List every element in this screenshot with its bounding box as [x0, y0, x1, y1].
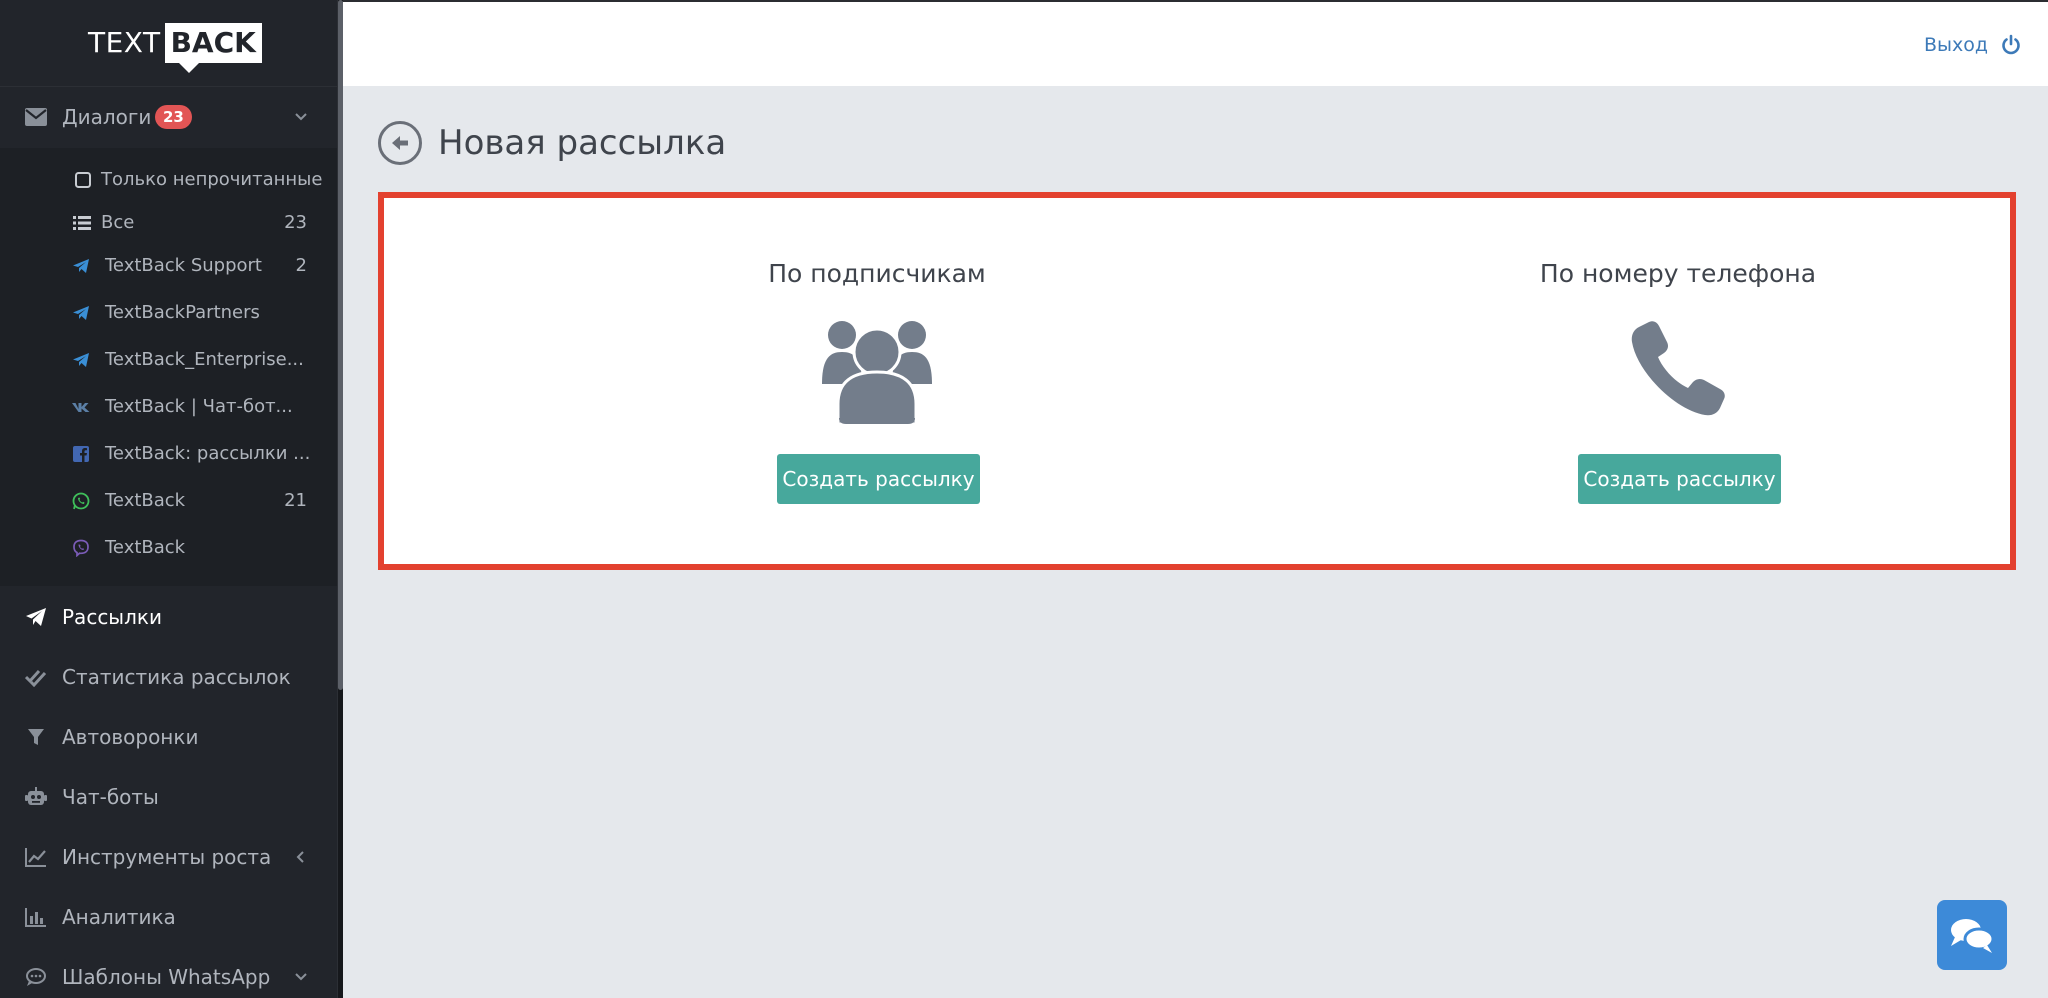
- speech-bubble-icon: [26, 968, 46, 986]
- vk-icon: [72, 403, 90, 412]
- phone-icon: [1631, 321, 1725, 416]
- logout-link[interactable]: Выход: [1924, 32, 2022, 58]
- sidebar-item-growth-tools[interactable]: Инструменты роста: [0, 828, 337, 886]
- sidebar-subitem-all[interactable]: Все 23: [0, 203, 337, 243]
- sidebar-subitem-label: TextBack Support: [105, 255, 262, 276]
- chat-bubbles-icon: [1951, 919, 1995, 953]
- create-mailing-phone-button[interactable]: Создать рассылку: [1578, 454, 1781, 504]
- sidebar-subitem-channel[interactable]: TextBack | Чат-бот...: [0, 387, 337, 427]
- viber-icon: [73, 539, 89, 557]
- option-by-subscribers: По подписчикам Создать рассылку: [577, 198, 1177, 564]
- logo-text-part2: BACK: [164, 23, 262, 73]
- sidebar-subitem-channel[interactable]: TextBack 21: [0, 481, 337, 521]
- unread-count-badge: 23: [155, 105, 192, 129]
- paper-plane-icon: [26, 608, 46, 626]
- sidebar-subitem-label: TextBackPartners: [105, 302, 260, 323]
- sidebar-item-label: Автоворонки: [62, 725, 199, 749]
- page-title: Новая рассылка: [438, 123, 727, 163]
- sidebar-subitem-label: TextBack: [105, 537, 186, 558]
- telegram-icon: [73, 353, 89, 367]
- sidebar-item-label: Чат-боты: [62, 785, 159, 809]
- sidebar: TEXT BACK Диалоги 23 Только непрочитанны…: [0, 0, 343, 998]
- sidebar-item-mailing-stats[interactable]: Статистика рассылок: [0, 648, 337, 706]
- option-title: По номеру телефона: [1539, 259, 1817, 288]
- textback-logo[interactable]: TEXT BACK: [88, 22, 262, 73]
- sidebar-subitem-count: 2: [295, 255, 307, 276]
- sidebar-subitem-channel[interactable]: TextBack: рассылки ...: [0, 434, 337, 474]
- sidebar-item-label: Диалоги: [62, 105, 152, 129]
- logo-text-part1: TEXT: [88, 26, 161, 59]
- support-chat-button[interactable]: [1937, 900, 2007, 970]
- chevron-left-icon[interactable]: [294, 850, 308, 864]
- create-mailing-subscribers-button[interactable]: Создать рассылку: [777, 454, 980, 504]
- sidebar-item-label: Шаблоны WhatsApp: [62, 965, 271, 989]
- users-group-icon: [822, 321, 932, 424]
- sidebar-item-label: Статистика рассылок: [62, 665, 291, 689]
- logout-label: Выход: [1923, 34, 1988, 56]
- checkbox-icon[interactable]: [74, 171, 92, 189]
- sidebar-item-autofunnels[interactable]: Автоворонки: [0, 708, 337, 766]
- sidebar-item-whatsapp-templates[interactable]: Шаблоны WhatsApp: [0, 948, 337, 998]
- sidebar-subitem-label: TextBack: [105, 490, 186, 511]
- mailing-type-card: По подписчикам Создать рассылку По номер…: [378, 192, 2016, 570]
- filter-unread-only[interactable]: Только непрочитанные: [0, 160, 337, 200]
- sidebar-subitem-channel[interactable]: TextBack Support 2: [0, 246, 337, 286]
- sidebar-subitem-label: TextBack | Чат-бот...: [105, 396, 293, 417]
- dialogs-submenu: Только непрочитанные Все 23 TextBack Sup…: [0, 148, 337, 586]
- whatsapp-icon: [72, 492, 90, 510]
- telegram-icon: [73, 259, 89, 273]
- chevron-down-icon[interactable]: [294, 110, 308, 124]
- arrow-left-icon: [392, 136, 408, 150]
- telegram-icon: [73, 306, 89, 320]
- sidebar-subitem-channel[interactable]: TextBack_Enterprise...: [0, 340, 337, 380]
- sidebar-scrollbar-thumb[interactable]: [338, 0, 343, 690]
- sidebar-subitem-channel[interactable]: TextBack: [0, 528, 337, 568]
- robot-icon: [25, 787, 47, 805]
- sidebar-subitem-label: Только непрочитанные: [101, 169, 323, 190]
- sidebar-subitem-label: TextBack_Enterprise...: [105, 349, 304, 370]
- top-header: Выход: [343, 0, 2048, 86]
- filter-icon: [28, 729, 44, 745]
- list-icon: [73, 216, 91, 230]
- sidebar-item-analytics[interactable]: Аналитика: [0, 888, 337, 946]
- sidebar-subitem-count: 21: [284, 490, 307, 511]
- facebook-icon: [73, 446, 89, 462]
- sidebar-subitem-label: TextBack: рассылки ...: [105, 443, 311, 464]
- option-by-phone: По номеру телефона Создать рассылку: [1378, 198, 1978, 564]
- chevron-down-icon[interactable]: [294, 970, 308, 984]
- sidebar-item-label: Аналитика: [62, 905, 176, 929]
- sidebar-subitem-count: 23: [284, 212, 307, 233]
- sidebar-subitem-channel[interactable]: TextBackPartners: [0, 293, 337, 333]
- double-check-icon: [25, 669, 47, 687]
- sidebar-item-mailings[interactable]: Рассылки: [0, 588, 337, 646]
- sidebar-item-label: Инструменты роста: [62, 845, 272, 869]
- back-button[interactable]: [378, 121, 422, 165]
- line-chart-icon: [25, 848, 46, 867]
- bar-chart-icon: [25, 908, 46, 927]
- sidebar-scrollbar-track[interactable]: [338, 0, 343, 998]
- sidebar-item-label: Рассылки: [62, 605, 162, 629]
- page-title-bar: Новая рассылка: [378, 118, 726, 168]
- option-title: По подписчикам: [768, 259, 986, 288]
- sidebar-item-chatbots[interactable]: Чат-боты: [0, 768, 337, 826]
- sidebar-subitem-label: Все: [101, 212, 135, 233]
- envelope-icon: [25, 108, 47, 126]
- power-icon[interactable]: [2000, 34, 2022, 56]
